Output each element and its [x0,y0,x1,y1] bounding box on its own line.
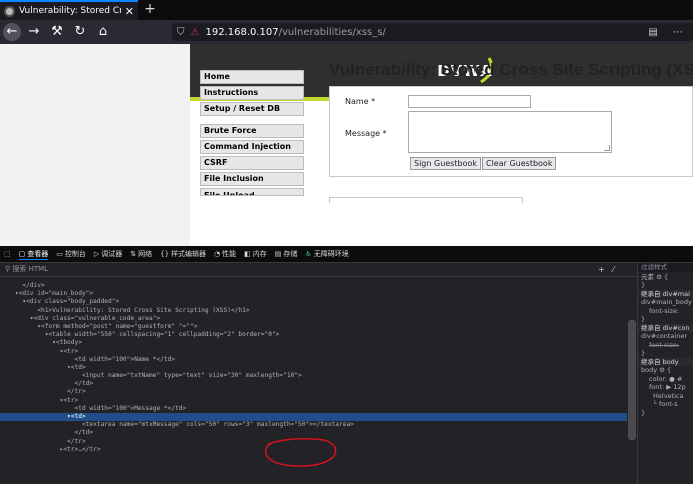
tree-node[interactable]: ▾<tr> [0,397,627,405]
style-rule-line: } [641,349,646,357]
style-rule-line: font-size: [649,340,680,349]
style-rule-line: Helvetica [653,391,684,400]
style-rule-line: 继承自 div#con [638,323,693,332]
styles-panel: 过滤样式 元素 ⚙ {} 继承自 div#mai div#main_body font-… [637,263,693,484]
resize-grip-icon[interactable] [604,145,610,151]
close-tab-icon[interactable]: ✕ [125,5,134,18]
tree-node[interactable]: </td> [0,380,627,388]
style-editor-icon: {} [160,250,170,258]
page-title: Vulnerability: Stored Cross Site Scripti… [329,60,693,79]
styles-filter-input[interactable]: 过滤样式 [638,263,693,272]
browser-tab[interactable]: Vulnerability: Stored Cross Si ✕ [0,0,138,20]
menu-item-file-upload[interactable]: File Upload [200,188,304,196]
tools-icon[interactable]: ⚒ [47,22,67,42]
add-node-icon[interactable]: +⁄ [598,263,622,276]
tree-node[interactable]: <textarea name="mtxMessage" cols="50" ro… [0,421,627,429]
style-rule-line: div#container [641,332,688,340]
performance-icon: ◔ [214,250,221,258]
tree-node[interactable]: ▾<tr> [0,348,627,356]
menu-item-home[interactable]: Home [200,70,304,84]
name-input[interactable] [408,95,531,108]
tree-node[interactable]: </div> [0,282,627,290]
tree-node[interactable]: ▾<div class="vulnerable_code_area"> [0,315,627,323]
tab-memory[interactable]: ◧ 内存 [244,249,267,259]
favicon-icon [4,5,15,17]
guestbook-entries-box [329,197,523,203]
shield-icon[interactable]: ⛉ [177,27,185,38]
inspector-icon: ▢ [18,249,26,258]
tree-node[interactable]: ▾<table width="550" cellspacing="1" cell… [0,331,627,339]
style-rule-line: } [641,315,646,323]
menu-item-command-injection[interactable]: Command Injection [200,140,304,154]
storage-icon: ▤ [274,250,282,258]
insecure-lock-icon[interactable]: ⚠ [191,27,200,38]
tab-inspector[interactable]: ▢ 查看器 [18,249,49,260]
style-rule-line: } [641,281,646,289]
menu-item-csrf[interactable]: CSRF [200,156,304,170]
tree-node[interactable]: <td width="100">Name *</td> [0,356,627,364]
tree-node[interactable]: </tr> [0,388,627,396]
tab-network[interactable]: ⇅ 网络 [130,249,152,259]
style-rule-line: body ⚙ { [641,366,672,374]
new-tab-button[interactable]: + [143,0,157,20]
style-rule-line: 继承自 body [638,357,693,366]
tree-node[interactable]: <td width="100">Message *</td> [0,405,627,413]
style-rule-line: font: ▶ 12p [649,383,686,391]
url-path: /vulnerabilities/xss_s/ [278,26,386,38]
toolbar-right-icons[interactable]: ▤ ⋯ [648,27,689,38]
style-rule-line: 元素 ⚙ { [641,272,669,281]
tab-accessibility[interactable]: ♿ 无障碍环境 [305,249,348,259]
style-rule-line: └ font-s [653,400,678,408]
tree-node[interactable]: ▾<td> [0,364,627,372]
tab-debugger[interactable]: ▷ 调试器 [94,249,122,259]
home-icon[interactable]: ⌂ [93,22,113,42]
tree-node[interactable]: ▾<form method="post" name="guestform" "=… [0,323,627,331]
tree-node-selected[interactable]: ▾<td> [0,413,627,422]
back-icon[interactable]: ← [3,23,21,41]
url-host: 192.168.0.107 [205,26,279,38]
accessibility-icon: ♿ [305,250,312,258]
message-label: Message * [345,129,387,138]
menu-item-brute-force[interactable]: Brute Force [200,124,304,138]
memory-icon: ◧ [244,250,251,258]
style-rule-line: 继承自 div#mai [638,289,693,298]
network-icon: ⇅ [130,250,137,258]
scrollbar-thumb[interactable] [628,320,636,440]
tree-node[interactable]: ▾<tbody> [0,339,627,347]
page-margin [0,44,190,246]
red-annotation-circle [264,437,337,467]
tab-performance[interactable]: ◔ 性能 [214,249,236,259]
console-icon: ▭ [56,250,63,258]
reload-icon[interactable]: ↻ [70,22,90,42]
sign-guestbook-button[interactable]: Sign Guestbook [410,157,481,170]
style-rule-line: color: ● # [649,374,683,383]
name-label: Name * [345,97,376,106]
message-textarea[interactable] [408,111,612,153]
style-rule-line: font-size: [649,306,680,315]
pick-element-icon[interactable]: ⬚ [4,250,11,258]
clear-guestbook-button[interactable]: Clear Guestbook [482,157,557,170]
tree-node[interactable]: ▾<div id="main_body"> [0,290,627,298]
style-rule-line: } [641,408,646,417]
side-menu: Home Instructions Setup / Reset DB Brute… [200,70,304,198]
style-rule-line: div#main_body [641,298,692,306]
menu-item-instructions[interactable]: Instructions [200,86,304,100]
tree-node[interactable]: ▾<div class="body_padded"> [0,298,627,306]
devtools-toolbar: ⬚ ▢ 查看器 ▭ 控制台 ▷ 调试器 ⇅ 网络 {} 样式编辑器 ◔ 性能 ◧ 内存 ▤ 存储… [0,246,693,263]
tab-console[interactable]: ▭ 控制台 [56,249,86,259]
menu-item-file-inclusion[interactable]: File Inclusion [200,172,304,186]
tree-node[interactable]: <h1>Vulnerability: Stored Cross Site Scr… [0,307,627,315]
html-search-input[interactable]: ⚲ 搜索 HTML [0,263,637,277]
tab-style-editor[interactable]: {} 样式编辑器 [160,249,206,259]
debugger-icon: ▷ [93,250,100,258]
tab-title: Vulnerability: Stored Cross Si [19,6,121,16]
menu-item-setup[interactable]: Setup / Reset DB [200,102,304,116]
forward-icon[interactable]: → [24,22,44,42]
url-bar[interactable]: ⛉ ⚠ 192.168.0.107/vulnerabilities/xss_s/… [172,23,693,41]
tab-storage[interactable]: ▤ 存储 [275,249,298,259]
tree-node[interactable]: <input name="txtName" type="text" size="… [0,372,627,380]
